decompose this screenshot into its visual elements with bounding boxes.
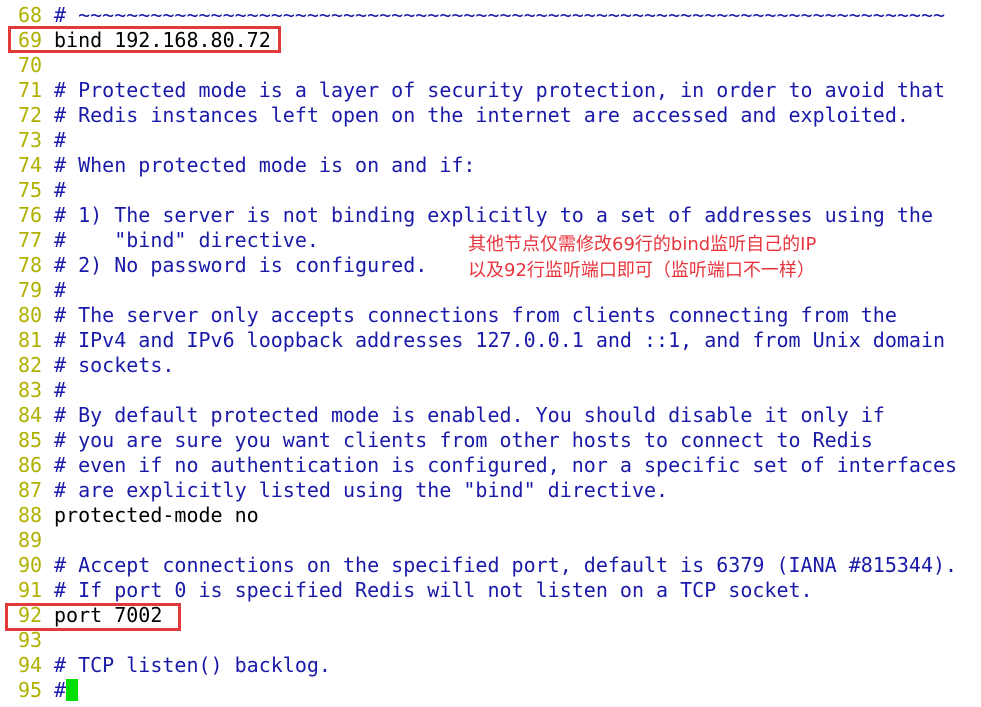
line-text: # are explicitly listed using the "bind"… bbox=[54, 478, 668, 503]
line-content: # ~~~~~~~~~~~~~~~~~~~~~~~~~~~~~~~~~~~~~~… bbox=[54, 3, 946, 27]
line-number: 70 bbox=[18, 53, 43, 77]
line-text: # bbox=[54, 278, 66, 303]
line-content: # you are sure you want clients from oth… bbox=[54, 428, 873, 452]
line-content: # "bind" directive. bbox=[54, 228, 319, 252]
highlight-box-bind bbox=[8, 26, 281, 53]
line-number: 81 bbox=[18, 328, 43, 352]
line-number: 80 bbox=[18, 303, 43, 327]
line-number: 91 bbox=[18, 578, 43, 602]
line-content: # bbox=[54, 678, 67, 702]
line-content: # Accept connections on the specified po… bbox=[54, 553, 958, 577]
line-content: # When protected mode is on and if: bbox=[54, 153, 476, 177]
line-number: 84 bbox=[18, 403, 43, 427]
line-text: # TCP listen() backlog. bbox=[54, 653, 331, 678]
line-content: # Protected mode is a layer of security … bbox=[54, 78, 946, 102]
line-content: # Redis instances left open on the inter… bbox=[54, 103, 909, 127]
line-number: 86 bbox=[18, 453, 43, 477]
line-number: 93 bbox=[18, 628, 43, 652]
line-number: 85 bbox=[18, 428, 43, 452]
line-content: # TCP listen() backlog. bbox=[54, 653, 331, 677]
line-content: # 2) No password is configured. bbox=[54, 253, 428, 277]
line-text: # 2) No password is configured. bbox=[54, 253, 427, 278]
line-number: 73 bbox=[18, 128, 43, 152]
line-text: # even if no authentication is configure… bbox=[54, 453, 957, 478]
line-text: # 1) The server is not binding explicitl… bbox=[54, 203, 933, 228]
line-content: # IPv4 and IPv6 loopback addresses 127.0… bbox=[54, 328, 946, 352]
line-text: # bbox=[54, 678, 79, 703]
line-text: # "bind" directive. bbox=[54, 228, 319, 253]
annotation-note: 其他节点仅需修改69行的bind监听自己的IP 以及92行监听端口即可（监听端口… bbox=[468, 232, 816, 284]
line-text: # The server only accepts connections fr… bbox=[54, 303, 897, 328]
line-content: # By default protected mode is enabled. … bbox=[54, 403, 885, 427]
line-number: 82 bbox=[18, 353, 43, 377]
line-number: 88 bbox=[18, 503, 43, 527]
line-number: 94 bbox=[18, 653, 43, 677]
line-content: # bbox=[54, 178, 67, 202]
line-number: 79 bbox=[18, 278, 43, 302]
line-number: 95 bbox=[18, 678, 43, 702]
line-number: 89 bbox=[18, 528, 43, 552]
text-cursor bbox=[66, 679, 79, 701]
line-number: 72 bbox=[18, 103, 43, 127]
line-number: 87 bbox=[18, 478, 43, 502]
annotation-line-1: 其他节点仅需修改69行的bind监听自己的IP bbox=[468, 234, 817, 255]
line-text: # bbox=[54, 378, 66, 403]
line-text: # If port 0 is specified Redis will not … bbox=[54, 578, 813, 603]
line-text: # When protected mode is on and if: bbox=[54, 153, 475, 178]
line-number: 83 bbox=[18, 378, 43, 402]
line-content: # bbox=[54, 378, 67, 402]
line-number: 76 bbox=[18, 203, 43, 227]
line-content: # are explicitly listed using the "bind"… bbox=[54, 478, 669, 502]
line-content: # 1) The server is not binding explicitl… bbox=[54, 203, 933, 227]
line-number: 74 bbox=[18, 153, 43, 177]
line-text: # IPv4 and IPv6 loopback addresses 127.0… bbox=[54, 328, 945, 353]
highlight-box-port bbox=[5, 603, 181, 631]
line-content: # bbox=[54, 128, 67, 152]
line-text: # bbox=[54, 178, 66, 203]
line-content: # sockets. bbox=[54, 353, 175, 377]
line-number: 78 bbox=[18, 253, 43, 277]
line-text: # Protected mode is a layer of security … bbox=[54, 78, 945, 103]
line-text: protected-mode no bbox=[54, 503, 259, 528]
line-text: # sockets. bbox=[54, 353, 174, 378]
line-text: # you are sure you want clients from oth… bbox=[54, 428, 873, 453]
annotation-line-2: 以及92行监听端口即可（监听端口不一样） bbox=[468, 260, 815, 281]
line-number: 71 bbox=[18, 78, 43, 102]
line-text: # Accept connections on the specified po… bbox=[54, 553, 957, 578]
line-content: # The server only accepts connections fr… bbox=[54, 303, 897, 327]
line-content: # even if no authentication is configure… bbox=[54, 453, 958, 477]
line-number: 90 bbox=[18, 553, 43, 577]
line-content: # If port 0 is specified Redis will not … bbox=[54, 578, 813, 602]
line-number: 68 bbox=[18, 3, 43, 27]
line-text: # By default protected mode is enabled. … bbox=[54, 403, 885, 428]
line-content: protected-mode no bbox=[54, 503, 259, 527]
line-text: # bbox=[54, 128, 66, 153]
line-content: # bbox=[54, 278, 67, 302]
line-number: 75 bbox=[18, 178, 43, 202]
line-text: # Redis instances left open on the inter… bbox=[54, 103, 909, 128]
line-number: 77 bbox=[18, 228, 43, 252]
line-text: # ~~~~~~~~~~~~~~~~~~~~~~~~~~~~~~~~~~~~~~… bbox=[54, 3, 945, 28]
